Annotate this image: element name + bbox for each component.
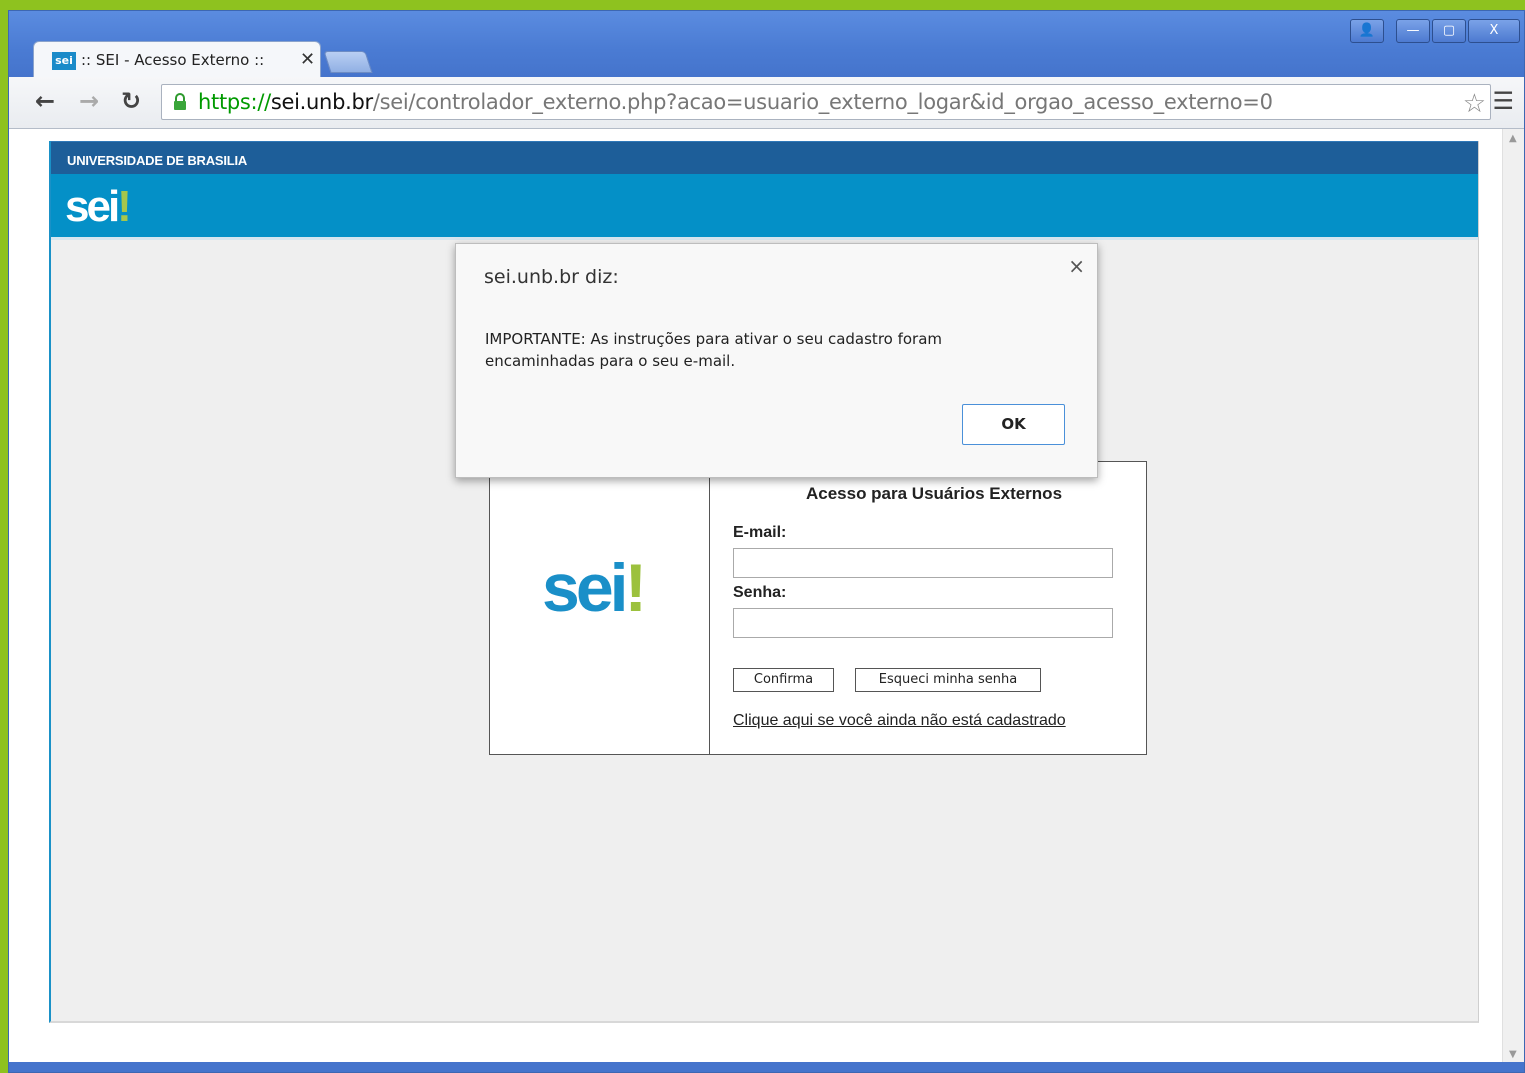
login-title: Acesso para Usuários Externos — [805, 484, 1063, 503]
email-label: E-mail: — [733, 524, 787, 541]
minimize-button[interactable]: — — [1396, 19, 1430, 43]
reload-icon[interactable]: ↻ — [121, 87, 141, 115]
tab-active[interactable]: sei :: SEI - Acesso Externo :: ✕ — [33, 41, 321, 77]
window-controls: 👤 — ▢ X — [1350, 19, 1520, 45]
scroll-up-icon[interactable]: ▲ — [1509, 133, 1517, 144]
scroll-down-icon[interactable]: ▼ — [1509, 1049, 1517, 1060]
university-bar: UNIVERSIDADE DE BRASILIA — [51, 141, 1478, 174]
login-box: sei! Acesso para Usuários Externos E-mai… — [489, 461, 1147, 755]
sei-favicon-icon: sei — [52, 52, 76, 70]
tab-close-icon[interactable]: ✕ — [300, 49, 315, 70]
window-bottom-border — [9, 1062, 1524, 1072]
senha-label: Senha: — [733, 584, 787, 601]
login-logo-pane: sei! — [490, 462, 710, 754]
register-link[interactable]: Clique aqui se você ainda não está cadas… — [733, 712, 1066, 730]
login-logo-bang: ! — [624, 550, 648, 626]
dialog-title: sei.unb.br diz: — [484, 266, 619, 288]
url-host: sei.unb.br — [270, 90, 373, 114]
confirma-button[interactable]: Confirma — [733, 668, 834, 692]
tab-strip: 👤 — ▢ X sei :: SEI - Acesso Externo :: ✕ — [9, 11, 1524, 77]
lock-icon — [174, 93, 186, 110]
back-arrow-icon[interactable]: ← — [35, 87, 55, 115]
alert-dialog: sei.unb.br diz: × IMPORTANTE: As instruç… — [455, 243, 1098, 478]
login-logo-text: sei — [542, 550, 629, 626]
vertical-scrollbar[interactable]: ▲ ▼ — [1502, 129, 1524, 1064]
dialog-message: IMPORTANTE: As instruções para ativar o … — [485, 330, 943, 370]
sei-header-logo: sei! — [65, 182, 132, 232]
header-logo-text: sei — [65, 182, 120, 231]
browser-window: 👤 — ▢ X sei :: SEI - Acesso Externo :: ✕… — [8, 10, 1525, 1073]
dialog-close-icon[interactable]: × — [1068, 254, 1085, 278]
email-field[interactable] — [733, 548, 1113, 578]
star-icon[interactable]: ☆ — [1463, 89, 1486, 119]
forward-arrow-icon[interactable]: → — [79, 87, 99, 115]
close-window-button[interactable]: X — [1468, 19, 1520, 43]
sei-header: sei! — [51, 174, 1478, 240]
url-text: https://sei.unb.br/sei/controlador_exter… — [198, 90, 1273, 114]
ok-button[interactable]: OK — [962, 404, 1065, 445]
login-form: Acesso para Usuários Externos E-mail: Se… — [711, 462, 1147, 754]
maximize-button[interactable]: ▢ — [1432, 19, 1466, 43]
sei-logo: sei! — [542, 554, 647, 622]
university-name: UNIVERSIDADE DE BRASILIA — [67, 153, 248, 168]
header-logo-bang: ! — [117, 182, 132, 231]
senha-field[interactable] — [733, 608, 1113, 638]
tab-title: :: SEI - Acesso Externo :: — [81, 51, 265, 69]
address-bar[interactable]: https://sei.unb.br/sei/controlador_exter… — [161, 84, 1491, 120]
profile-button[interactable]: 👤 — [1350, 19, 1384, 43]
url-scheme: https:// — [198, 90, 271, 114]
page-content: UNIVERSIDADE DE BRASILIA sei! sei! Acess… — [9, 129, 1502, 1064]
new-tab-button[interactable] — [323, 51, 373, 73]
browser-toolbar: ← → ↻ https://sei.unb.br/sei/controlador… — [9, 77, 1524, 129]
hamburger-menu-icon[interactable]: ☰ — [1492, 87, 1514, 115]
url-path: /sei/controlador_externo.php?acao=usuari… — [372, 90, 1273, 114]
forgot-password-button[interactable]: Esqueci minha senha — [855, 668, 1041, 692]
